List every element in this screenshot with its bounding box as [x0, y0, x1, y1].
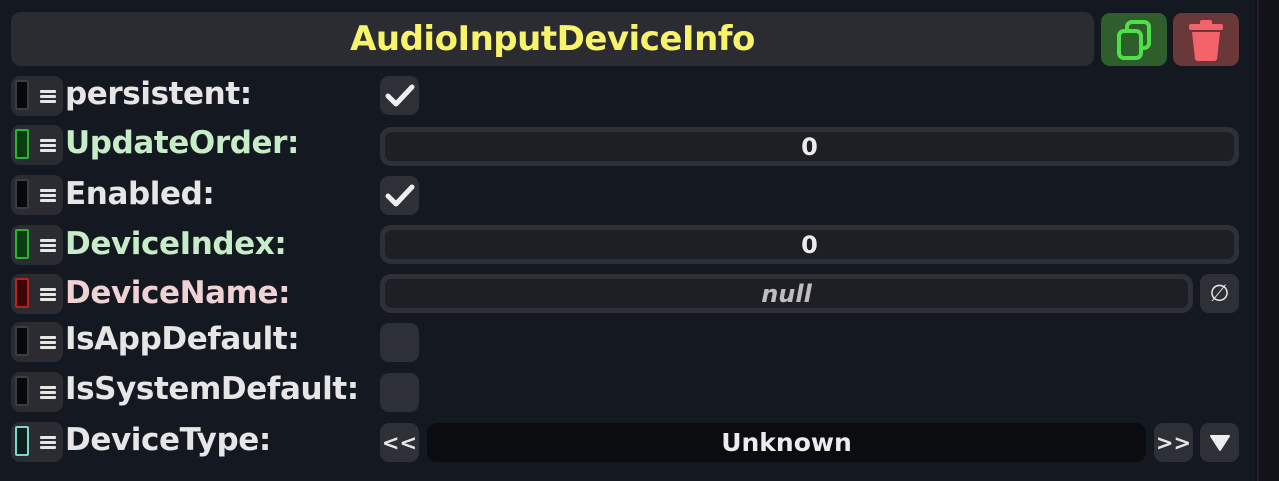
field-label: DeviceType: — [65, 422, 271, 458]
device-index-value: 0 — [385, 230, 1234, 259]
drag-handle[interactable] — [11, 274, 63, 314]
drag-handle[interactable] — [11, 322, 63, 362]
field-label: UpdateOrder: — [65, 125, 300, 161]
update-order-input[interactable]: 0 — [380, 127, 1239, 166]
is-app-default-checkbox[interactable] — [380, 323, 419, 362]
scrollbar-edge — [1257, 0, 1259, 481]
type-indicator — [15, 179, 29, 209]
type-indicator — [15, 80, 29, 110]
type-indicator — [15, 326, 29, 356]
persistent-checkbox[interactable] — [380, 76, 419, 115]
menu-icon — [40, 336, 56, 349]
enabled-checkbox[interactable] — [380, 176, 419, 215]
field-label: DeviceName: — [65, 275, 291, 311]
menu-icon — [40, 90, 56, 103]
field-row-enabled: Enabled: — [0, 172, 1255, 220]
field-row-update-order: UpdateOrder: 0 — [0, 122, 1255, 170]
trash-icon — [1189, 19, 1223, 61]
enum-next-button[interactable]: >> — [1154, 423, 1193, 462]
delete-button[interactable] — [1173, 13, 1239, 66]
type-indicator — [15, 229, 29, 259]
copy-button[interactable] — [1101, 13, 1167, 66]
menu-icon — [40, 386, 56, 399]
field-row-is-system-default: IsSystemDefault: — [0, 370, 1255, 418]
device-index-input[interactable]: 0 — [380, 225, 1239, 264]
drag-handle[interactable] — [11, 175, 63, 215]
type-indicator — [15, 376, 29, 406]
menu-icon — [40, 189, 56, 202]
field-row-persistent: persistent: — [0, 72, 1255, 120]
drag-handle[interactable] — [11, 125, 63, 165]
menu-icon — [40, 239, 56, 252]
type-indicator — [15, 278, 29, 308]
field-row-device-index: DeviceIndex: 0 — [0, 222, 1255, 270]
enum-dropdown-button[interactable] — [1200, 423, 1239, 462]
field-label: IsSystemDefault: — [65, 371, 359, 407]
update-order-value: 0 — [385, 132, 1234, 161]
field-row-device-type: DeviceType: << Unknown >> — [0, 420, 1255, 468]
set-null-button[interactable]: ∅ — [1200, 274, 1239, 313]
device-name-value: null — [385, 279, 1188, 308]
is-system-default-checkbox[interactable] — [380, 373, 419, 412]
component-panel: AudioInputDeviceInfo persistent: UpdateO… — [0, 0, 1255, 481]
menu-icon — [40, 288, 56, 301]
component-title: AudioInputDeviceInfo — [11, 12, 1094, 66]
field-label: DeviceIndex: — [65, 226, 287, 262]
menu-icon — [40, 436, 56, 449]
field-row-is-app-default: IsAppDefault: — [0, 320, 1255, 368]
drag-handle[interactable] — [11, 422, 63, 462]
drag-handle[interactable] — [11, 372, 63, 412]
checkmark-icon — [385, 184, 414, 206]
device-type-value[interactable]: Unknown — [427, 423, 1146, 462]
type-indicator — [15, 426, 29, 456]
field-label: persistent: — [65, 76, 252, 112]
field-label: IsAppDefault: — [65, 321, 300, 357]
field-label: Enabled: — [65, 176, 215, 212]
drag-handle[interactable] — [11, 225, 63, 265]
enum-previous-button[interactable]: << — [380, 423, 419, 462]
triangle-down-icon — [1209, 434, 1230, 451]
copy-icon — [1117, 19, 1151, 60]
type-indicator — [15, 129, 29, 159]
drag-handle[interactable] — [11, 76, 63, 116]
checkmark-icon — [385, 84, 414, 106]
field-row-device-name: DeviceName: null ∅ — [0, 272, 1255, 320]
menu-icon — [40, 139, 56, 152]
device-name-input[interactable]: null — [380, 274, 1193, 313]
